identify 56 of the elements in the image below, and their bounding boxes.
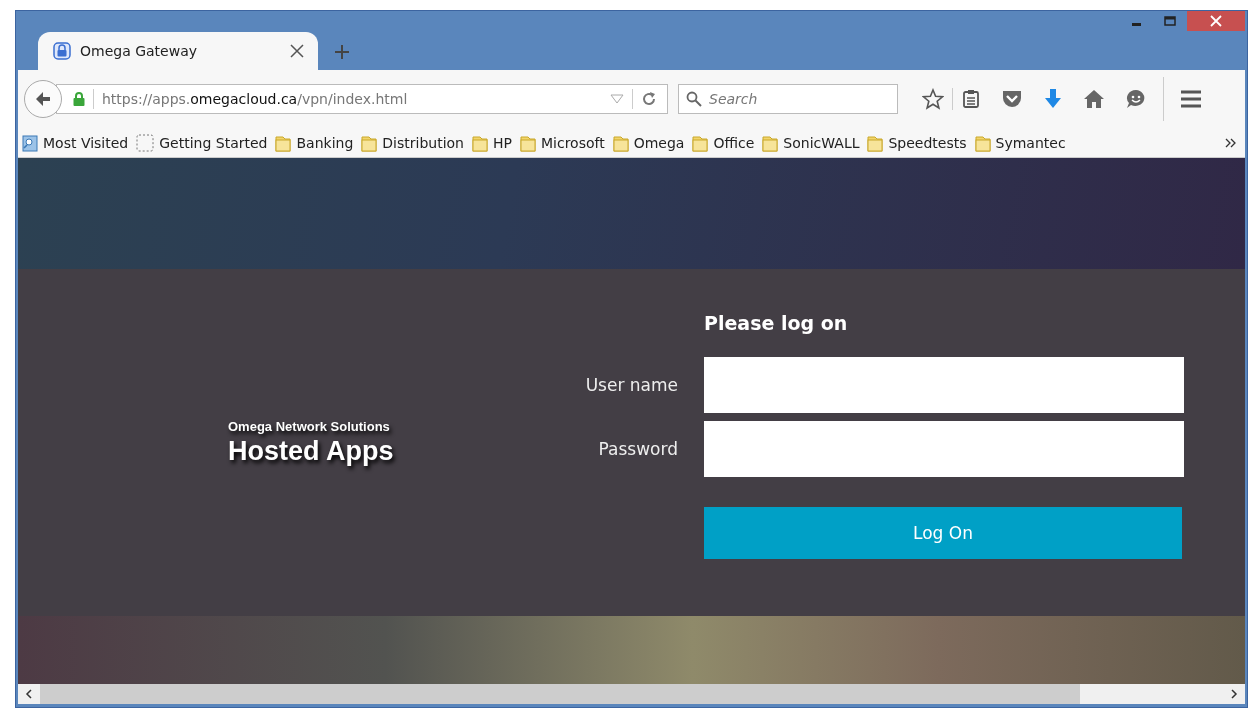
close-icon — [1210, 15, 1222, 27]
field-label: Password — [597, 439, 678, 459]
back-arrow-icon — [34, 90, 52, 108]
bookmark-item[interactable]: Speedtests — [867, 133, 967, 152]
input-field[interactable] — [704, 357, 1184, 413]
folder-icon — [974, 133, 991, 152]
scrollbar-thumb[interactable] — [40, 684, 1080, 704]
download-arrow-icon[interactable] — [1043, 88, 1063, 110]
padlock-icon — [52, 41, 72, 61]
address-bar[interactable]: https://apps.omegacloud.ca/vpn/index.html — [56, 84, 668, 114]
lock-icon — [73, 92, 85, 106]
product-title: Hosted Apps — [228, 435, 395, 467]
scroll-left-icon[interactable] — [24, 689, 34, 699]
close-icon[interactable] — [290, 44, 304, 58]
search-field[interactable]: Search — [678, 84, 898, 114]
bookmark-item[interactable]: Getting Started — [136, 133, 268, 152]
maximize-icon — [1164, 16, 1176, 26]
field-label: User name — [584, 375, 678, 395]
folder-icon — [692, 133, 709, 152]
folder-icon — [361, 133, 378, 152]
bookmark-item[interactable]: Omega — [612, 133, 685, 152]
bookmark-item[interactable]: HP — [472, 133, 512, 152]
bookmark-item[interactable]: Most Visited — [22, 133, 129, 152]
close-window-button[interactable] — [1187, 11, 1245, 31]
magnifier-folder-icon — [22, 133, 38, 152]
home-icon[interactable] — [1083, 89, 1105, 109]
pocket-icon[interactable] — [1001, 89, 1023, 109]
reload-icon[interactable] — [641, 91, 657, 107]
folder-icon — [867, 133, 884, 152]
browser-tab[interactable]: Omega Gateway — [38, 32, 318, 70]
folder-icon — [612, 133, 629, 152]
dashed-page-icon — [136, 133, 155, 152]
bookmark-item[interactable]: SonicWALL — [762, 133, 860, 152]
folder-icon — [275, 133, 292, 152]
folder-icon — [762, 133, 779, 152]
folder-icon — [519, 133, 536, 152]
chat-smiley-icon[interactable] — [1125, 88, 1147, 110]
bookmark-item[interactable]: Banking — [275, 133, 354, 152]
scroll-right-icon[interactable] — [1229, 689, 1239, 699]
folder-icon — [472, 133, 488, 152]
form-heading: Please log on — [704, 311, 848, 336]
new-tab-icon[interactable] — [334, 44, 350, 60]
bookmark-item[interactable]: Distribution — [361, 133, 464, 152]
menu-icon[interactable] — [1180, 90, 1202, 108]
search-icon — [686, 91, 702, 107]
minimize-icon — [1131, 23, 1141, 26]
horizontal-scrollbar[interactable] — [18, 684, 1245, 704]
bookmark-item[interactable]: Office — [692, 133, 755, 152]
company-name: Omega Network Solutions — [228, 418, 391, 434]
bookmark-item[interactable]: Symantec — [974, 133, 1066, 152]
back-button[interactable] — [24, 80, 62, 118]
chevron-icon[interactable] — [1225, 137, 1237, 148]
clipboard-list-icon[interactable] — [961, 89, 981, 109]
input-field[interactable] — [704, 421, 1184, 477]
star-icon[interactable] — [922, 88, 944, 110]
bookmark-item[interactable]: Microsoft — [519, 133, 605, 152]
